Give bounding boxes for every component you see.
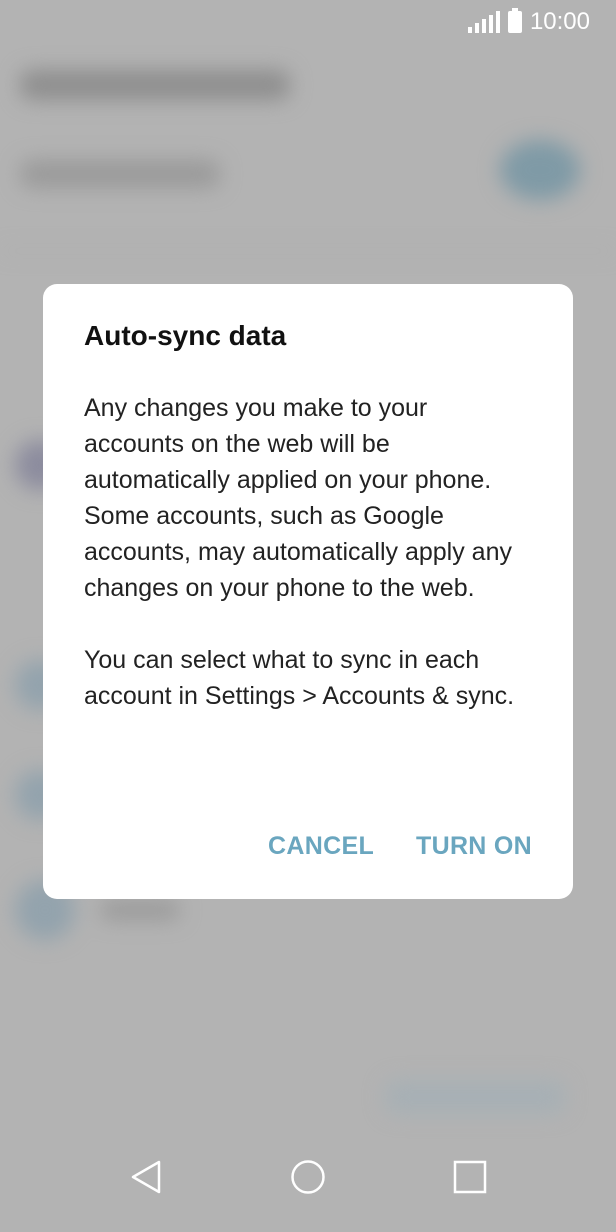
- status-bar: 10:00: [0, 0, 616, 44]
- status-time: 10:00: [529, 8, 590, 35]
- battery-icon: [507, 8, 522, 33]
- dialog-paragraph-1: Any changes you make to your accounts on…: [84, 394, 512, 602]
- back-icon: [131, 1160, 161, 1194]
- recent-apps-button[interactable]: [389, 1137, 551, 1217]
- navigation-bar: [0, 1122, 616, 1232]
- back-button[interactable]: [65, 1137, 227, 1217]
- dialog-message: Any changes you make to your accounts on…: [84, 390, 532, 714]
- signal-icon: [467, 11, 500, 33]
- dialog-actions: CANCEL TURN ON: [268, 832, 532, 861]
- auto-sync-dialog: Auto-sync data Any changes you make to y…: [43, 284, 573, 899]
- turn-on-button[interactable]: TURN ON: [416, 832, 532, 861]
- dialog-title: Auto-sync data: [84, 320, 287, 351]
- dialog-paragraph-2: You can select what to sync in each acco…: [84, 646, 515, 710]
- recent-apps-icon: [453, 1160, 487, 1194]
- home-button[interactable]: [227, 1137, 389, 1217]
- screen: 10:00 Auto-sync data Any changes you mak…: [0, 0, 616, 1232]
- cancel-button[interactable]: CANCEL: [268, 832, 374, 861]
- home-icon: [291, 1160, 325, 1194]
